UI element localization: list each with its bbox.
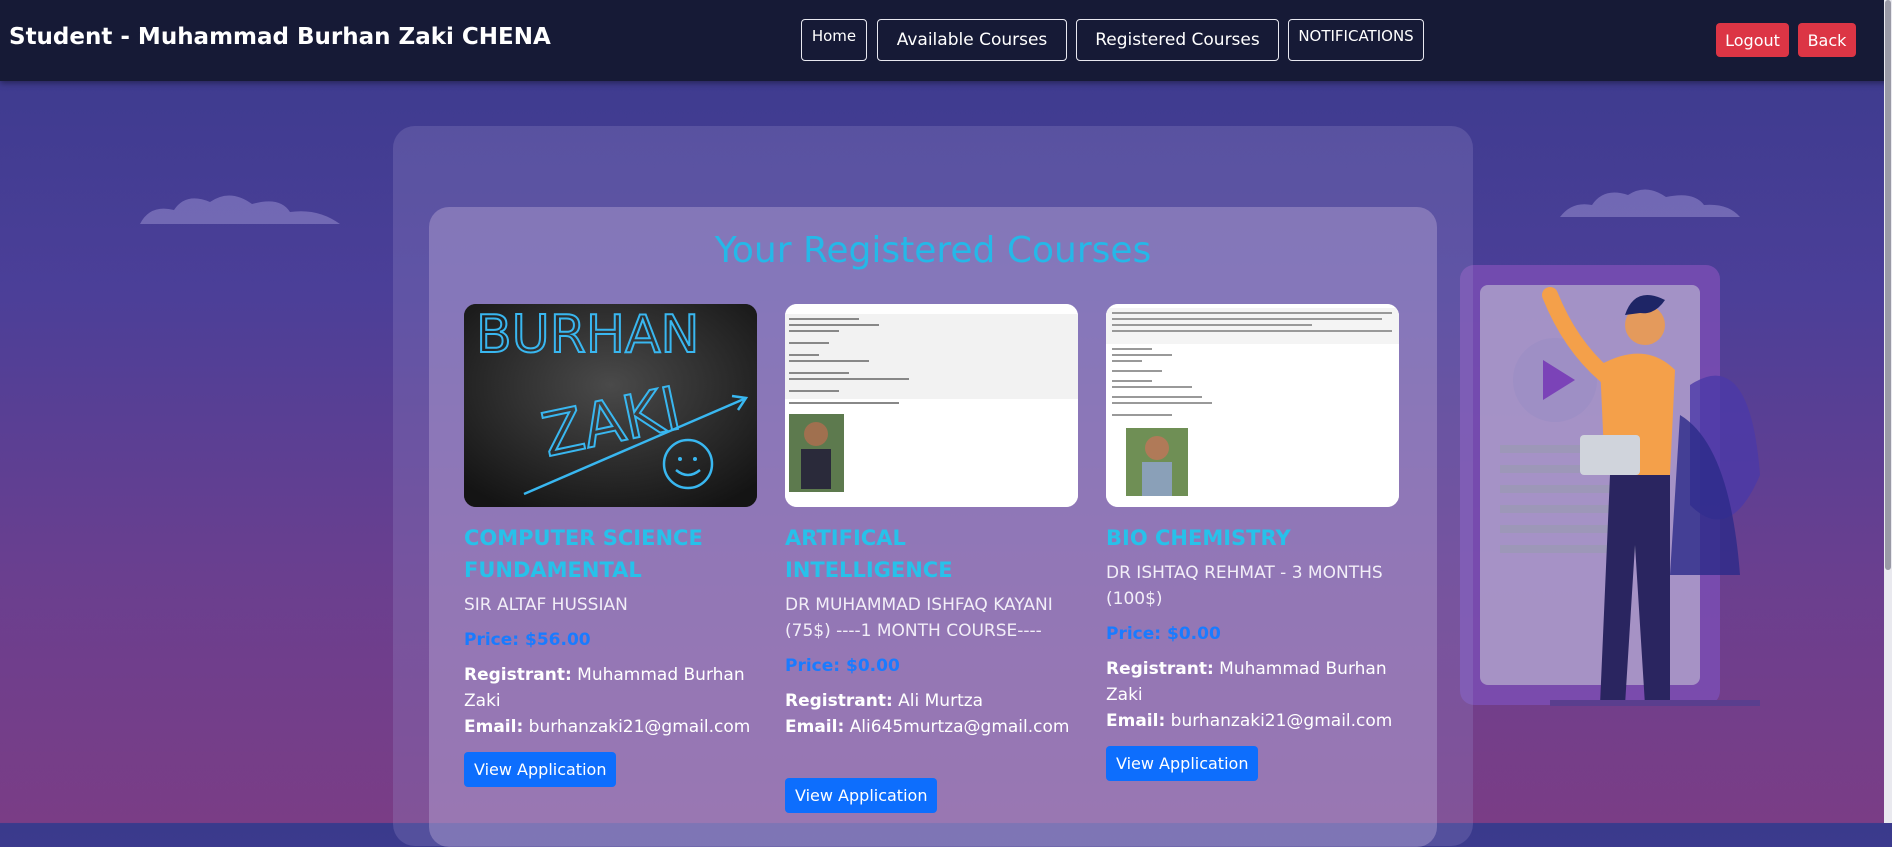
course-price: Price: $0.00 xyxy=(1106,624,1221,644)
code-screenshot-image xyxy=(785,304,1078,507)
course-card-3: BIO CHEMISTRY DR ISHTAQ REHMAT - 3 MONTH… xyxy=(1106,304,1399,781)
cloud-decoration-left xyxy=(140,195,340,224)
email-label: Email: xyxy=(464,717,524,737)
handwriting-image: BURHAN ZAKI xyxy=(464,304,757,507)
registrant-email: burhanzaki21@gmail.com xyxy=(528,717,751,737)
view-application-button[interactable]: View Application xyxy=(785,778,938,813)
nav-home-button[interactable]: Home xyxy=(801,19,867,61)
logout-button[interactable]: Logout xyxy=(1716,23,1789,57)
thumb-text-burhan: BURHAN xyxy=(476,305,699,365)
course-instructor: DR MUHAMMAD ISHFAQ KAYANI (75$) ----1 MO… xyxy=(785,595,1053,641)
page-title: Your Registered Courses xyxy=(714,230,1152,271)
course-thumbnail-3 xyxy=(1106,304,1399,507)
nav-registered-courses-button[interactable]: Registered Courses xyxy=(1076,19,1279,61)
email-label: Email: xyxy=(1106,711,1166,731)
top-navbar: Student - Muhammad Burhan Zaki CHENA Hom… xyxy=(0,0,1892,81)
course-card-1: BURHAN ZAKI COMPUTER SCIENCE FUNDAMENTAL… xyxy=(464,304,757,787)
registrant-label: Registrant: xyxy=(785,691,893,711)
course-price: Price: $0.00 xyxy=(785,656,900,676)
course-price: Price: $56.00 xyxy=(464,630,591,650)
view-application-button[interactable]: View Application xyxy=(464,752,617,787)
course-thumbnail-1: BURHAN ZAKI xyxy=(464,304,757,507)
elearning-illustration xyxy=(1460,265,1760,706)
course-instructor: SIR ALTAF HUSSIAN xyxy=(464,595,628,615)
registrant-email: Ali645murtza@gmail.com xyxy=(849,717,1070,737)
course-name: BIO CHEMISTRY xyxy=(1106,526,1291,550)
nav-available-courses-button[interactable]: Available Courses xyxy=(877,19,1067,61)
email-label: Email: xyxy=(785,717,845,737)
registrant-label: Registrant: xyxy=(1106,659,1214,679)
course-name: ARTIFICAL INTELLIGENCE xyxy=(785,526,953,582)
course-card-2: ARTIFICAL INTELLIGENCE DR MUHAMMAD ISHFA… xyxy=(785,304,1078,813)
course-instructor: DR ISHTAQ REHMAT - 3 MONTHS (100$) xyxy=(1106,563,1383,609)
registrant-name: Ali Murtza xyxy=(898,691,984,711)
cloud-decoration-right xyxy=(1560,189,1740,217)
nav-notifications-button[interactable]: NOTIFICATIONS xyxy=(1288,19,1424,61)
course-name: COMPUTER SCIENCE FUNDAMENTAL xyxy=(464,526,703,582)
registrant-email: burhanzaki21@gmail.com xyxy=(1170,711,1393,731)
scrollbar[interactable] xyxy=(1884,0,1892,823)
registrant-label: Registrant: xyxy=(464,665,572,685)
student-name-brand: Student - Muhammad Burhan Zaki CHENA xyxy=(9,24,551,50)
code-screenshot-image xyxy=(1106,304,1399,507)
course-thumbnail-2 xyxy=(785,304,1078,507)
view-application-button[interactable]: View Application xyxy=(1106,746,1259,781)
scrollbar-thumb[interactable] xyxy=(1885,0,1891,570)
back-button[interactable]: Back xyxy=(1798,23,1856,57)
